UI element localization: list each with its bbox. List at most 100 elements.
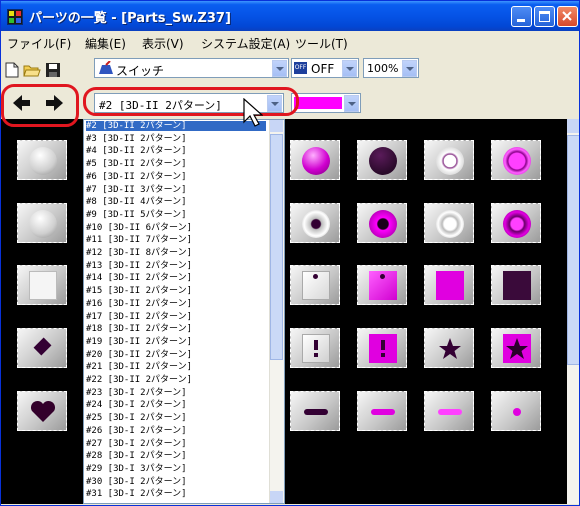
pattern-dropdown-list[interactable]: #2 [3D-II 2パターン] #3 [3D-II 2パターン] #4 [3D-I…	[83, 119, 285, 504]
pattern-select-highlight	[83, 87, 299, 116]
dropdown-item[interactable]: #20 [3D-II 2パターン]	[86, 350, 192, 360]
part-square-white-button[interactable]	[17, 265, 67, 305]
dropdown-item[interactable]: #28 [3D-I 2パターン]	[86, 451, 187, 461]
dropdown-item[interactable]: #26 [3D-I 2パターン]	[86, 426, 187, 436]
dropdown-item[interactable]: #17 [3D-II 2パターン]	[86, 312, 192, 322]
dropdown-item[interactable]: #23 [3D-I 2パターン]	[86, 388, 187, 398]
new-file-icon	[5, 62, 19, 78]
part-exclamation-button[interactable]	[290, 328, 340, 368]
dropdown-item[interactable]: #9 [3D-II 5パターン]	[86, 210, 187, 220]
part-dot-button[interactable]	[290, 203, 340, 243]
parts-scrollbar[interactable]	[567, 119, 579, 504]
folder-icon	[23, 65, 41, 77]
state-select[interactable]: OFF OFF	[291, 58, 359, 78]
dropdown-item[interactable]: #6 [3D-II 2パターン]	[86, 172, 187, 182]
state-value: OFF	[311, 62, 335, 76]
part-square-pin[interactable]	[290, 265, 340, 305]
new-file-button[interactable]	[5, 62, 19, 78]
heart-icon	[30, 400, 56, 422]
part-magenta-ring[interactable]	[491, 140, 541, 180]
part-star-button[interactable]	[424, 328, 474, 368]
minimize-button[interactable]	[511, 6, 532, 27]
dropdown-item[interactable]: #11 [3D-II 7パターン]	[86, 235, 192, 245]
close-button[interactable]	[557, 6, 578, 27]
menu-system-settings[interactable]: システム設定(A)	[201, 35, 290, 52]
dropdown-item[interactable]: #13 [3D-II 2パターン]	[86, 261, 192, 271]
part-round-white-button[interactable]	[17, 203, 67, 243]
dropdown-item[interactable]: #3 [3D-II 2パターン]	[86, 134, 187, 144]
dropdown-item[interactable]: #4 [3D-II 2パターン]	[86, 146, 187, 156]
dropdown-item[interactable]: #7 [3D-II 3パターン]	[86, 185, 187, 195]
part-dark-square[interactable]	[491, 265, 541, 305]
color-swatch	[294, 97, 342, 109]
dropdown-item[interactable]: #16 [3D-II 2パターン]	[86, 299, 192, 309]
scroll-thumb[interactable]	[567, 135, 579, 365]
dropdown-item[interactable]: #31 [3D-I 2パターン]	[86, 489, 187, 499]
part-magenta-dial-button[interactable]	[491, 203, 541, 243]
toolbar-top: スイッチ OFF OFF 100%	[1, 55, 579, 85]
dropdown-item[interactable]: #15 [3D-II 2パターン]	[86, 286, 192, 296]
title-bar[interactable]: パーツの一覧 - [Parts_Sw.Z37]	[1, 1, 579, 31]
dropdown-item[interactable]: #2 [3D-II 2パターン]	[86, 121, 266, 131]
open-folder-button[interactable]	[23, 62, 41, 78]
dropdown-item[interactable]: #25 [3D-I 2パターン]	[86, 413, 187, 423]
part-magenta-dot-button[interactable]	[357, 203, 407, 243]
dropdown-item[interactable]: #14 [3D-II 2パターン]	[86, 273, 192, 283]
menu-tools[interactable]: ツール(T)	[295, 35, 348, 52]
star-icon	[506, 338, 528, 359]
menu-file[interactable]: ファイル(F)	[7, 35, 71, 52]
part-magenta-square-pin[interactable]	[357, 265, 407, 305]
part-magenta-minus-button[interactable]	[357, 391, 407, 431]
part-diamond-button[interactable]	[17, 328, 67, 368]
zoom-select[interactable]: 100%	[363, 58, 419, 78]
chevron-down-icon[interactable]	[272, 60, 287, 77]
dropdown-item[interactable]: #5 [3D-II 2パターン]	[86, 159, 187, 169]
maximize-button[interactable]	[534, 6, 555, 27]
color-select[interactable]	[291, 93, 361, 113]
part-magenta-exclamation-button[interactable]	[357, 328, 407, 368]
part-minus-button[interactable]	[290, 391, 340, 431]
dropdown-item[interactable]: #21 [3D-II 2パターン]	[86, 362, 192, 372]
scroll-down-button[interactable]	[270, 491, 283, 503]
nav-arrows-highlight	[1, 84, 79, 127]
part-magenta-round[interactable]	[290, 140, 340, 180]
scroll-up-button[interactable]	[567, 119, 579, 133]
dropdown-item[interactable]: #10 [3D-II 6パターン]	[86, 223, 192, 233]
scroll-thumb[interactable]	[270, 134, 283, 360]
dropdown-scrollbar[interactable]	[269, 120, 284, 503]
part-dial-button[interactable]	[424, 203, 474, 243]
parts-list-window: パーツの一覧 - [Parts_Sw.Z37] ファイル(F) 編集(E) 表示…	[0, 0, 580, 506]
dropdown-item[interactable]: #22 [3D-II 2パターン]	[86, 375, 192, 385]
chevron-down-icon[interactable]	[402, 60, 417, 77]
part-magenta-dot-small[interactable]	[491, 391, 541, 431]
menu-edit[interactable]: 編集(E)	[85, 35, 126, 52]
category-select[interactable]: スイッチ	[94, 58, 289, 78]
dropdown-item[interactable]: #19 [3D-II 2パターン]	[86, 337, 192, 347]
save-button[interactable]	[45, 62, 61, 78]
off-state-icon: OFF	[294, 62, 307, 74]
dropdown-item[interactable]: #27 [3D-I 2パターン]	[86, 439, 187, 449]
part-ring-round[interactable]	[424, 140, 474, 180]
part-magenta-square[interactable]	[424, 265, 474, 305]
switch-icon	[99, 61, 113, 74]
app-icon	[7, 9, 23, 25]
dropdown-item[interactable]: #30 [3D-I 2パターン]	[86, 477, 187, 487]
maximize-icon	[539, 11, 550, 22]
menu-view[interactable]: 表示(V)	[142, 35, 184, 52]
mouse-cursor-icon	[243, 98, 263, 127]
part-magenta-bar-button[interactable]	[424, 391, 474, 431]
dropdown-item[interactable]: #8 [3D-II 4パターン]	[86, 197, 187, 207]
chevron-down-icon[interactable]	[342, 60, 357, 77]
part-heart-button[interactable]	[17, 391, 67, 431]
save-icon	[46, 63, 60, 77]
dropdown-item[interactable]: #18 [3D-II 2パターン]	[86, 324, 192, 334]
part-magenta-star-button[interactable]	[491, 328, 541, 368]
category-value: スイッチ	[116, 64, 165, 78]
chevron-down-icon[interactable]	[344, 95, 359, 112]
part-dark-round[interactable]	[357, 140, 407, 180]
dropdown-item[interactable]: #12 [3D-II 8パターン]	[86, 248, 192, 258]
part-round-white-button[interactable]	[17, 140, 67, 180]
scroll-up-button[interactable]	[270, 120, 283, 132]
dropdown-item[interactable]: #29 [3D-I 3パターン]	[86, 464, 187, 474]
dropdown-item[interactable]: #24 [3D-I 2パターン]	[86, 400, 187, 410]
